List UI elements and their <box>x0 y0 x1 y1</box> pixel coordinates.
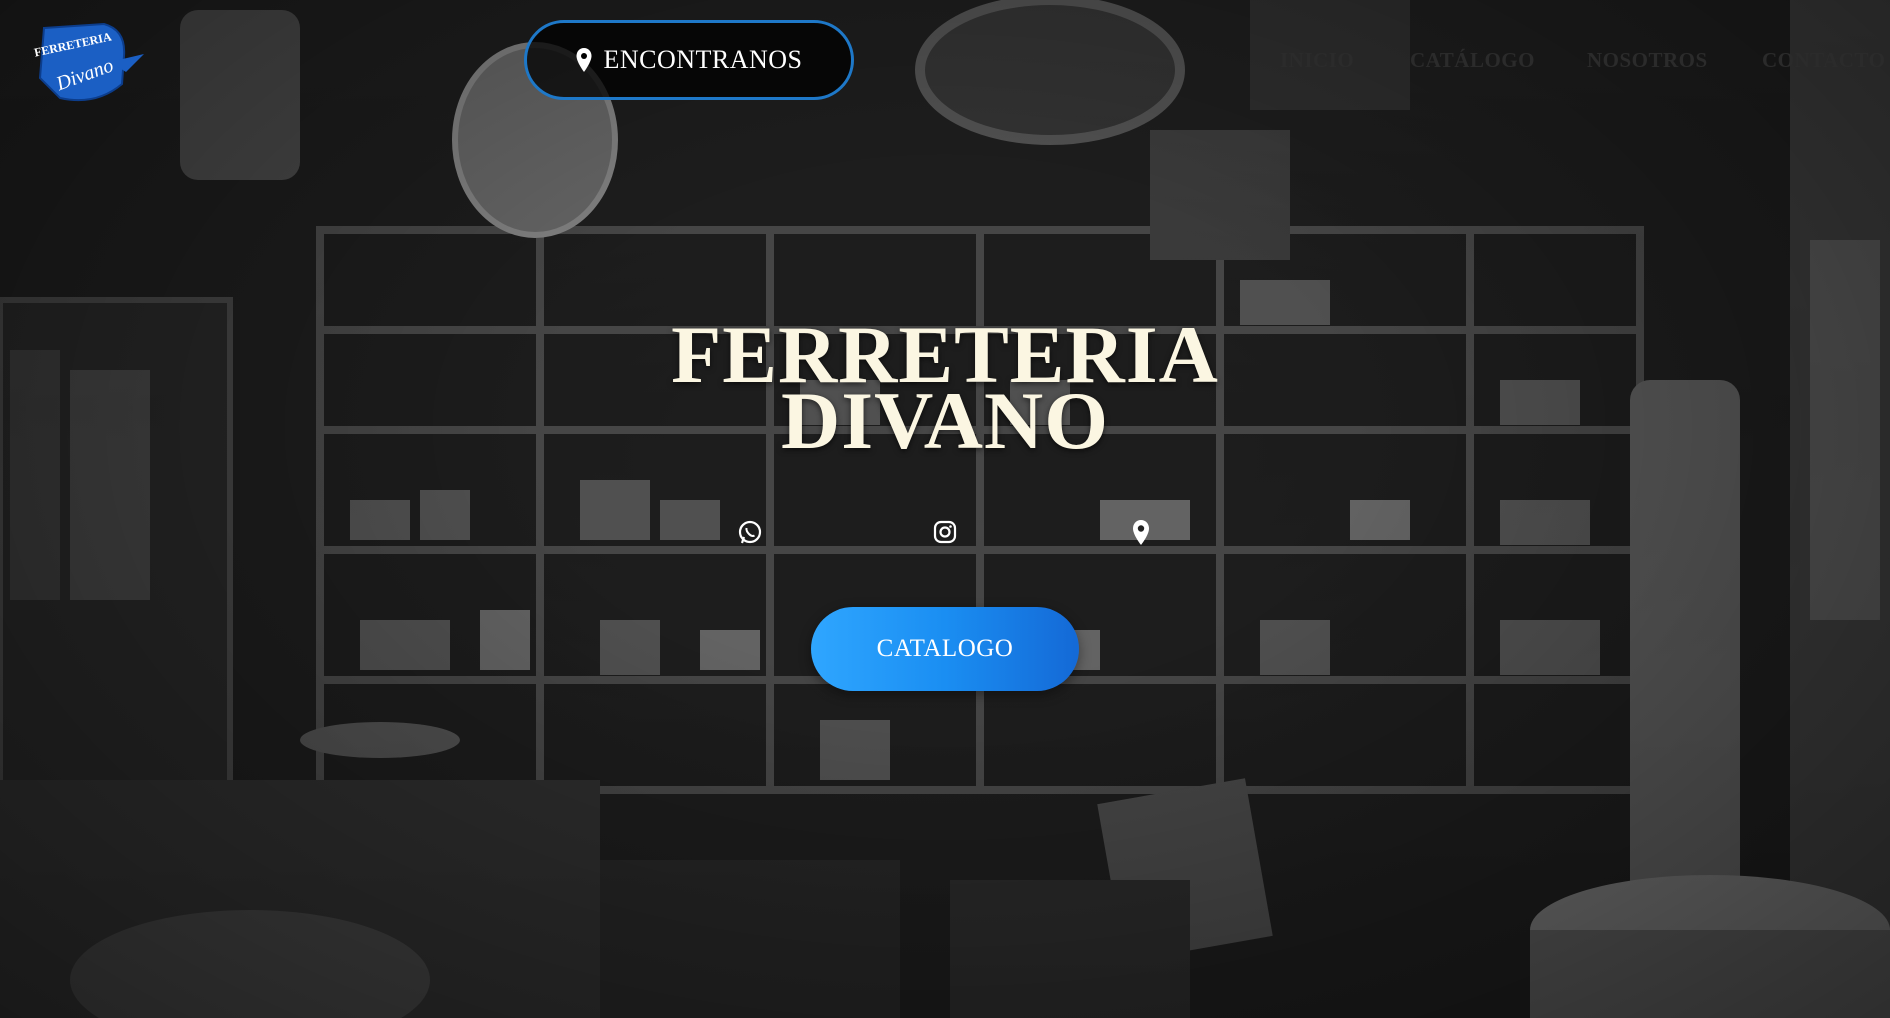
nav-item-nosotros[interactable]: NOSOTROS <box>1587 48 1708 73</box>
find-us-button[interactable]: ENCONTRANOS <box>524 20 854 100</box>
nav-item-catalogo[interactable]: CATÁLOGO <box>1410 48 1535 73</box>
background-shop-image <box>0 0 1890 1018</box>
nav-item-inicio[interactable]: INICIO <box>1280 48 1354 73</box>
whatsapp-icon[interactable] <box>736 518 764 546</box>
instagram-icon[interactable] <box>931 518 959 546</box>
page-title: FERRETERIA DIVANO <box>0 314 1890 466</box>
title-line-2: DIVANO <box>781 375 1109 466</box>
find-us-label: ENCONTRANOS <box>603 45 803 74</box>
nav-item-contacto[interactable]: CONTACTO <box>1762 48 1885 73</box>
main-nav: INICIO CATÁLOGO NOSOTROS CONTACTO <box>1280 48 1885 78</box>
social-links <box>0 518 1890 550</box>
hero-section: FERRETERIA Divano ENCONTRANOS INICIO CAT… <box>0 0 1890 1018</box>
brand-logo[interactable]: FERRETERIA Divano <box>26 18 146 104</box>
location-pin-icon <box>576 48 592 72</box>
location-pin-icon[interactable] <box>1127 518 1155 546</box>
catalog-button[interactable]: CATALOGO <box>811 607 1079 691</box>
